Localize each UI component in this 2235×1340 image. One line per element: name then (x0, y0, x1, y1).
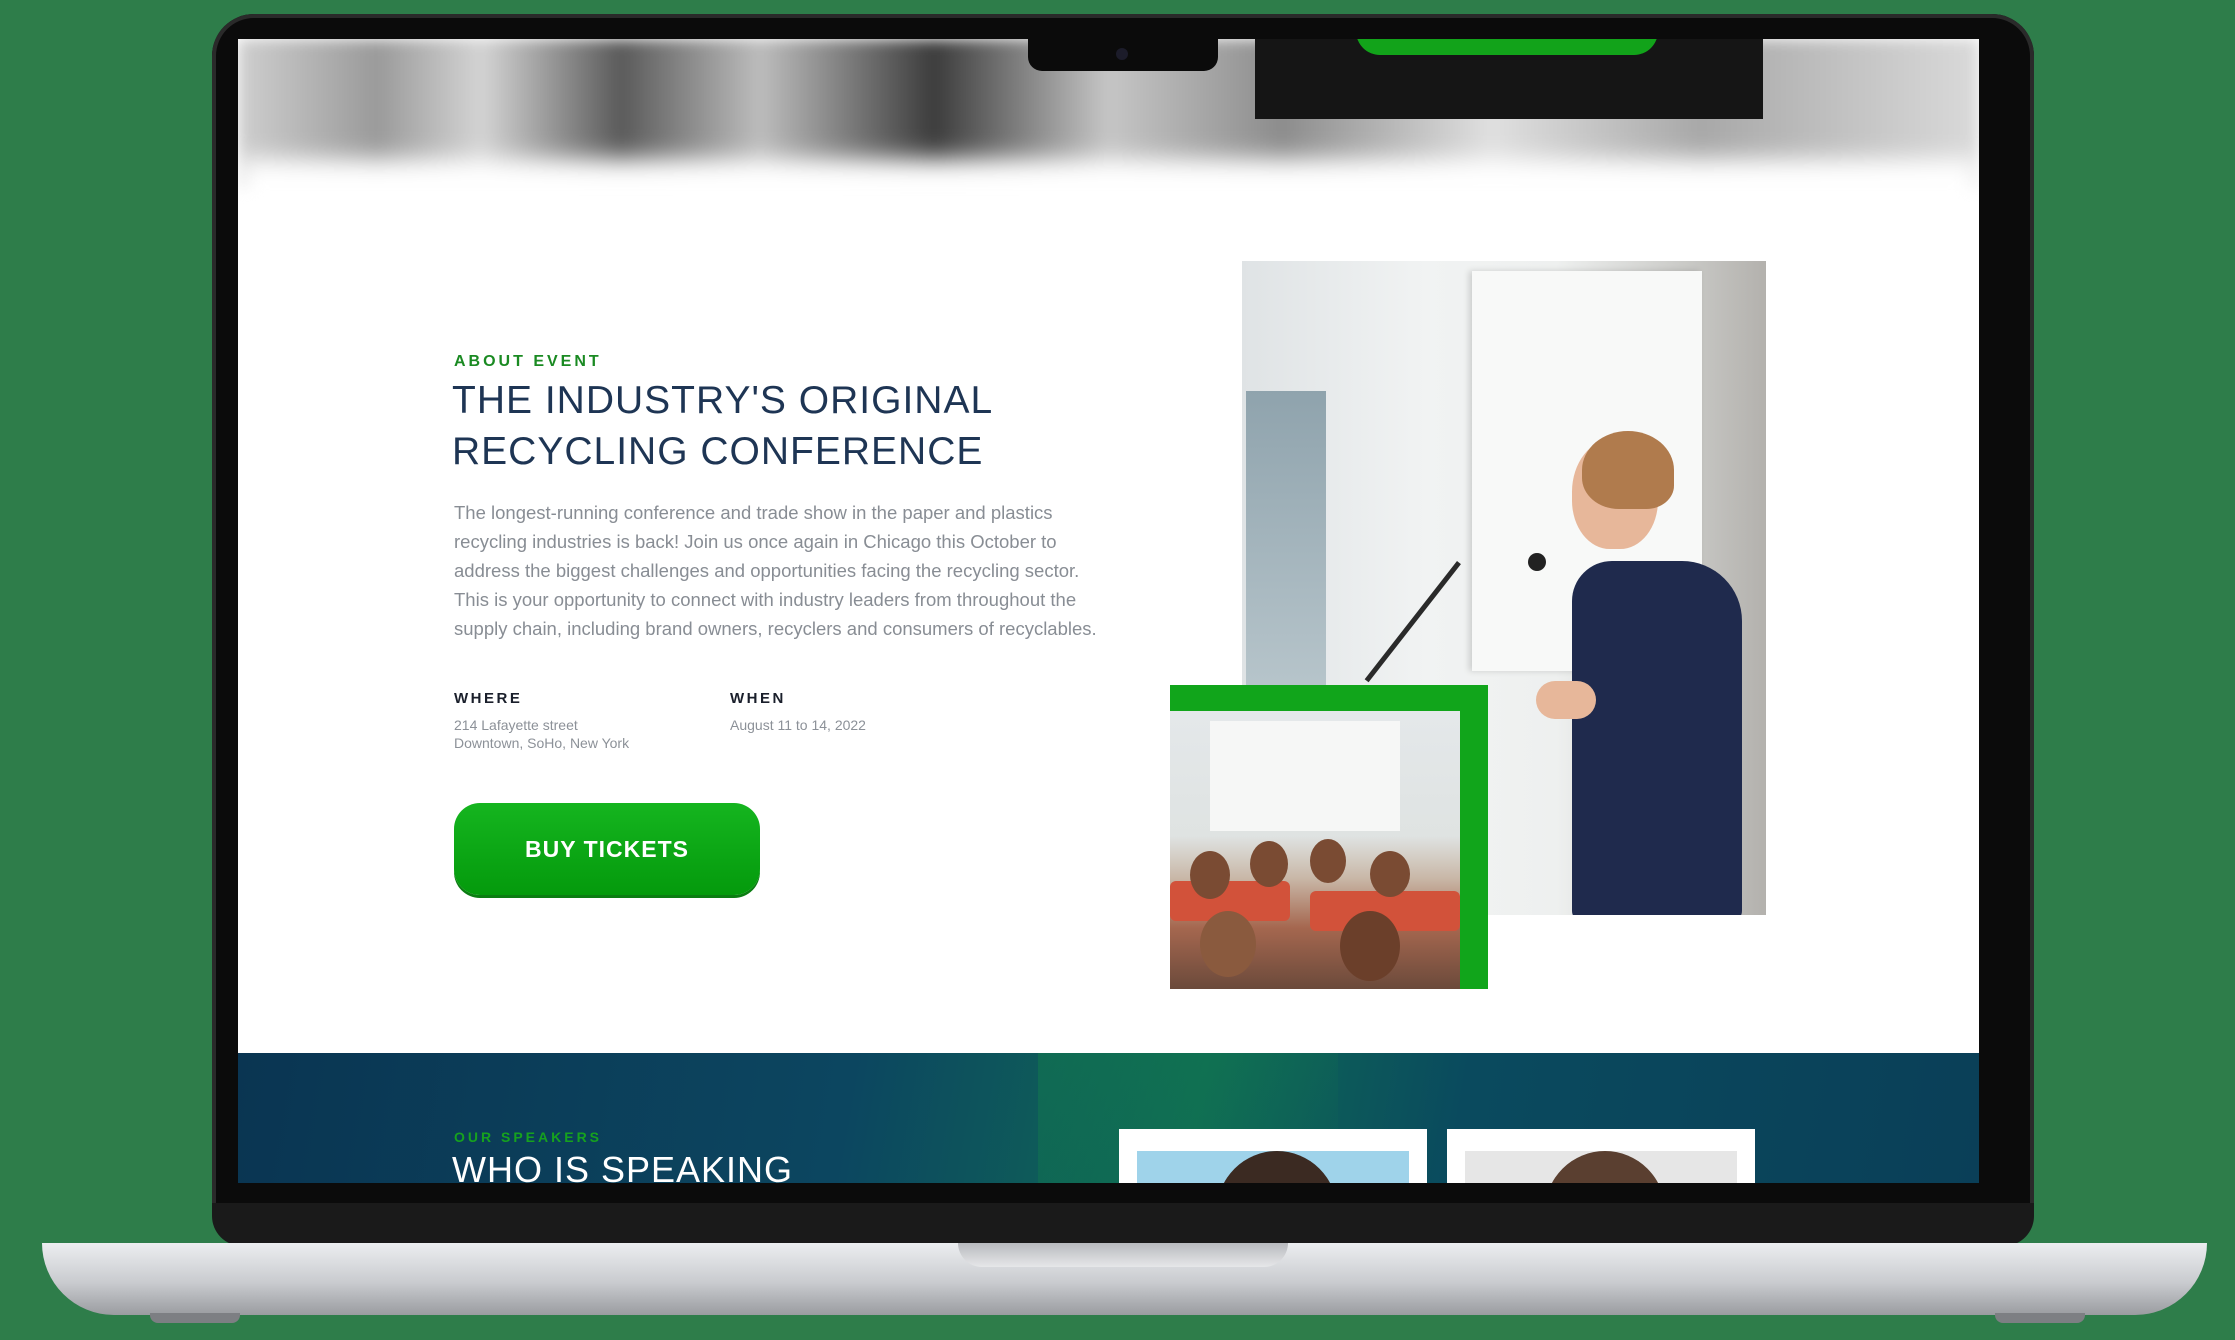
about-description: The longest-running conference and trade… (454, 502, 1097, 639)
photo-audience-head (1370, 851, 1410, 897)
photo-window (1246, 391, 1326, 691)
speaker-photo (1137, 1151, 1409, 1183)
speakers-eyebrow: OUR SPEAKERS (454, 1129, 603, 1145)
speaker-card[interactable] (1447, 1129, 1755, 1183)
when-label: WHEN (730, 690, 786, 707)
speaker-photo (1465, 1151, 1737, 1183)
speakers-title: WHO IS SPEAKING (452, 1149, 794, 1183)
photo-audience-head (1250, 841, 1288, 887)
about-title: THE INDUSTRY'S ORIGINAL RECYCLING CONFER… (452, 375, 1072, 477)
speaker-head (1545, 1151, 1665, 1183)
buy-tickets-button[interactable]: BUY TICKETS (454, 803, 760, 895)
photo-audience-head (1340, 911, 1400, 981)
about-eyebrow: ABOUT EVENT (454, 353, 602, 370)
photo-speaker-hair (1582, 431, 1674, 509)
audience-photo-frame (1170, 685, 1488, 989)
about-title-line: THE INDUSTRY'S ORIGINAL (452, 379, 994, 422)
photo-microphone (1528, 553, 1546, 571)
audience-photo (1170, 711, 1460, 989)
about-title-line: RECYCLING CONFERENCE (452, 430, 984, 473)
laptop-bottom-bezel (212, 1203, 2034, 1246)
browser-viewport: ABOUT EVENT THE INDUSTRY'S ORIGINAL RECY… (238, 39, 1979, 1183)
when-value: August 11 to 14, 2022 (730, 717, 866, 733)
camera-notch (1028, 39, 1218, 71)
camera-icon (1116, 48, 1128, 60)
laptop-foot (1995, 1313, 2085, 1323)
laptop-foot (150, 1313, 240, 1323)
speakers-section: OUR SPEAKERS WHO IS SPEAKING (238, 1053, 1979, 1183)
photo-audience-head (1310, 839, 1346, 883)
photo-speaker-hands (1536, 681, 1596, 719)
where-label: WHERE (454, 690, 523, 707)
photo-whiteboard (1210, 721, 1400, 831)
hero-button[interactable] (1356, 39, 1658, 55)
speaker-head (1217, 1151, 1337, 1183)
speaker-card[interactable] (1119, 1129, 1427, 1183)
laptop-base-notch (958, 1243, 1288, 1267)
photo-audience-head (1200, 911, 1256, 977)
photo-audience-head (1190, 851, 1230, 899)
where-value: 214 Lafayette street Downtown, SoHo, New… (454, 717, 630, 751)
photo-microphone-stand (1364, 561, 1461, 683)
photo-speaker-body (1572, 561, 1742, 915)
